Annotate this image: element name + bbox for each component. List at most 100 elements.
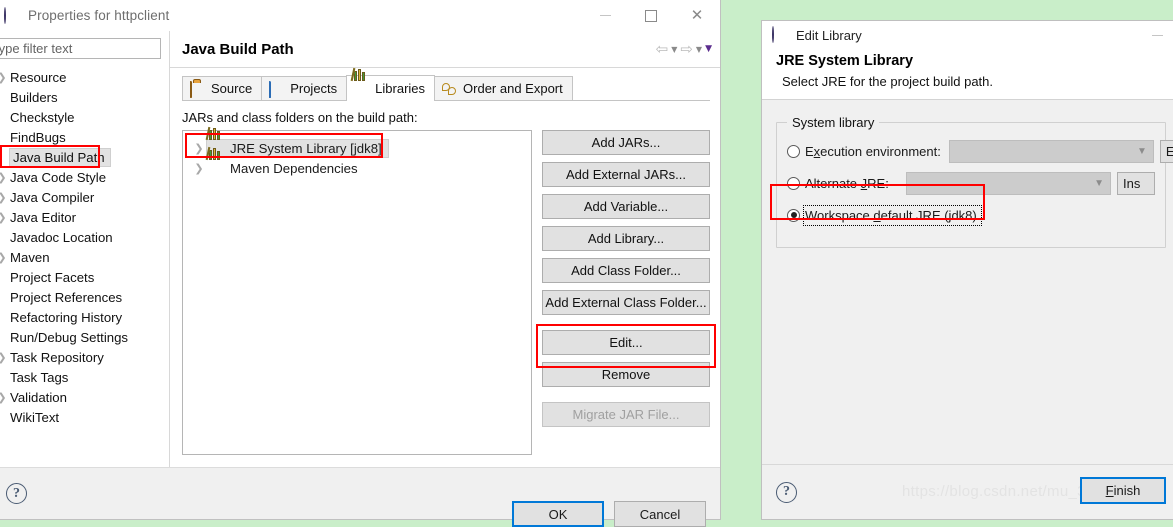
maximize-button[interactable]	[628, 0, 674, 31]
edit-library-window-controls	[1135, 21, 1173, 49]
add-variable-button[interactable]: Add Variable...	[542, 194, 710, 219]
sidebar-item-label: Java Editor	[10, 209, 76, 225]
radio-row-2[interactable]: Workspace default JRE (jdk8)	[787, 201, 1155, 229]
libraries-content-row: ❯ JRE System Library [jdk8] ❯ Maven Depende…	[182, 126, 716, 467]
projects-folder-icon	[269, 80, 285, 98]
edit-library-heading: JRE System Library	[776, 53, 914, 69]
tab-projects[interactable]: Projects	[261, 76, 348, 100]
sidebar-item-label: WikiText	[10, 409, 60, 425]
cancel-button[interactable]: Cancel	[614, 501, 706, 527]
sidebar-item-builders[interactable]: ❯Builders	[0, 87, 169, 107]
filter-input[interactable]: type filter text	[0, 38, 161, 59]
edit-library-titlebar: Edit Library	[762, 21, 1173, 49]
sidebar-item-task-repository[interactable]: ❯Task Repository	[0, 347, 169, 367]
chevron-down-icon: ▼	[1136, 145, 1147, 157]
chevron-right-icon[interactable]: ❯	[0, 191, 10, 204]
chevron-right-icon[interactable]: ❯	[0, 71, 10, 84]
add-library-button[interactable]: Add Library...	[542, 226, 710, 251]
settings-sidebar: type filter text ❯Resource❯Builders❯Chec…	[0, 31, 170, 467]
chevron-right-icon[interactable]: ❯	[0, 171, 10, 184]
dropdown-1[interactable]: ▼	[906, 171, 1111, 195]
libraries-panel: JARs and class folders on the build path…	[170, 101, 720, 467]
filter-input-text: type filter text	[0, 41, 73, 56]
sidebar-item-project-facets[interactable]: ❯Project Facets	[0, 267, 169, 287]
sidebar-item-java-build-path[interactable]: ❯Java Build Path	[0, 145, 169, 168]
edit-button[interactable]: Edit...	[542, 330, 710, 355]
sidebar-item-java-code-style[interactable]: ❯Java Code Style	[0, 167, 169, 187]
maximize-icon	[645, 9, 657, 22]
radio-row-1[interactable]: Alternate JRE: ▼ Ins	[787, 169, 1155, 197]
side-button-1[interactable]: Ins	[1117, 171, 1155, 195]
sidebar-item-label: Resource	[10, 69, 67, 85]
forward-dropdown-icon[interactable]: ▼	[696, 45, 702, 54]
page-nav: ⇦ ▼ ⇨ ▼ ▼	[656, 40, 712, 58]
page-title: Java Build Path	[182, 40, 294, 58]
minimize-button[interactable]	[582, 0, 628, 31]
chevron-right-icon[interactable]: ❯	[0, 351, 10, 364]
sidebar-item-resource[interactable]: ❯Resource	[0, 67, 169, 87]
back-dropdown-icon[interactable]: ▼	[671, 45, 677, 54]
tabs-area: Source Projects Libraries Order and Export	[170, 67, 720, 101]
help-icon[interactable]: ?	[776, 481, 797, 503]
gear-icon	[772, 26, 788, 43]
view-menu-icon[interactable]: ▼	[705, 44, 712, 54]
jar-tree-row[interactable]: ❯ Maven Dependencies	[187, 146, 527, 178]
add-external-class-folder-button[interactable]: Add External Class Folder...	[542, 290, 710, 315]
tab-label: Projects	[290, 81, 338, 96]
ok-button[interactable]: OK	[512, 501, 604, 527]
add-jars-button[interactable]: Add JARs...	[542, 130, 710, 155]
jar-label: JRE System Library [jdk8]	[230, 140, 382, 156]
page-header: Java Build Path ⇦ ▼ ⇨ ▼ ▼	[170, 31, 720, 68]
sidebar-item-label: Refactoring History	[10, 309, 123, 325]
close-button[interactable]: ✕	[674, 0, 720, 31]
jar-tree[interactable]: ❯ JRE System Library [jdk8] ❯ Maven Depende…	[182, 126, 532, 455]
sidebar-item-refactoring-history[interactable]: ❯Refactoring History	[0, 307, 169, 327]
finish-button[interactable]: Finish	[1080, 477, 1166, 504]
properties-dialog: Properties for httpclient ✕ type filter …	[0, 0, 721, 527]
chevron-right-icon[interactable]: ❯	[191, 162, 207, 175]
edit-library-header: JRE System Library Select JRE for the pr…	[762, 49, 1173, 100]
radio-row-0[interactable]: Execution environment: ▼ En	[787, 137, 1173, 165]
edit-library-dialog: Edit Library JRE System Library Select J…	[761, 20, 1173, 520]
tab-source[interactable]: Source	[182, 76, 263, 100]
sidebar-item-task-tags[interactable]: ❯Task Tags	[0, 367, 169, 387]
dropdown-0[interactable]: ▼	[948, 139, 1154, 163]
edit-library-minimize-button[interactable]	[1135, 21, 1173, 49]
tab-label: Libraries	[375, 81, 426, 96]
sidebar-item-javadoc-location[interactable]: ❯Javadoc Location	[0, 227, 169, 247]
sidebar-item-findbugs[interactable]: ❯FindBugs	[0, 127, 169, 147]
chevron-right-icon[interactable]: ❯	[191, 142, 207, 155]
remove-button[interactable]: Remove	[542, 362, 710, 387]
sidebar-item-run-debug-settings[interactable]: ❯Run/Debug Settings	[0, 327, 169, 347]
add-external-jars-button[interactable]: Add External JARs...	[542, 162, 710, 187]
library-books-icon	[205, 146, 225, 175]
radio-button[interactable]	[787, 176, 800, 190]
forward-arrow-icon[interactable]: ⇨	[680, 40, 693, 58]
sidebar-item-java-editor[interactable]: ❯Java Editor	[0, 207, 169, 227]
properties-footer: ? OK Cancel	[0, 467, 720, 527]
radio-button[interactable]	[787, 208, 800, 222]
back-arrow-icon[interactable]: ⇦	[656, 40, 669, 58]
sidebar-item-label: Validation	[10, 389, 67, 405]
sidebar-item-wikitext[interactable]: ❯WikiText	[0, 407, 169, 427]
window-controls: ✕	[582, 0, 720, 31]
sidebar-item-java-compiler[interactable]: ❯Java Compiler	[0, 187, 169, 207]
finish-button-label: Finish	[1105, 483, 1141, 498]
chevron-right-icon[interactable]: ❯	[0, 391, 10, 404]
tab-order-and-export[interactable]: Order and Export	[434, 76, 573, 100]
jar-tree-row[interactable]: ❯ JRE System Library [jdk8]	[187, 126, 527, 158]
side-button-0[interactable]: En	[1159, 139, 1173, 163]
add-class-folder-button[interactable]: Add Class Folder...	[542, 258, 710, 283]
sidebar-item-project-references[interactable]: ❯Project References	[0, 287, 169, 307]
tab-libraries[interactable]: Libraries	[346, 67, 436, 101]
radio-label: Alternate JRE:	[805, 175, 889, 191]
chevron-right-icon[interactable]: ❯	[0, 211, 10, 224]
sidebar-item-label: Builders	[10, 89, 58, 105]
help-icon[interactable]: ?	[6, 483, 27, 504]
chevron-right-icon[interactable]: ❯	[0, 251, 10, 264]
sidebar-item-checkstyle[interactable]: ❯Checkstyle	[0, 107, 169, 127]
sidebar-item-validation[interactable]: ❯Validation	[0, 387, 169, 407]
jar-label-wrap: Maven Dependencies	[205, 146, 364, 177]
radio-button[interactable]	[787, 144, 800, 158]
sidebar-item-maven[interactable]: ❯Maven	[0, 247, 169, 267]
